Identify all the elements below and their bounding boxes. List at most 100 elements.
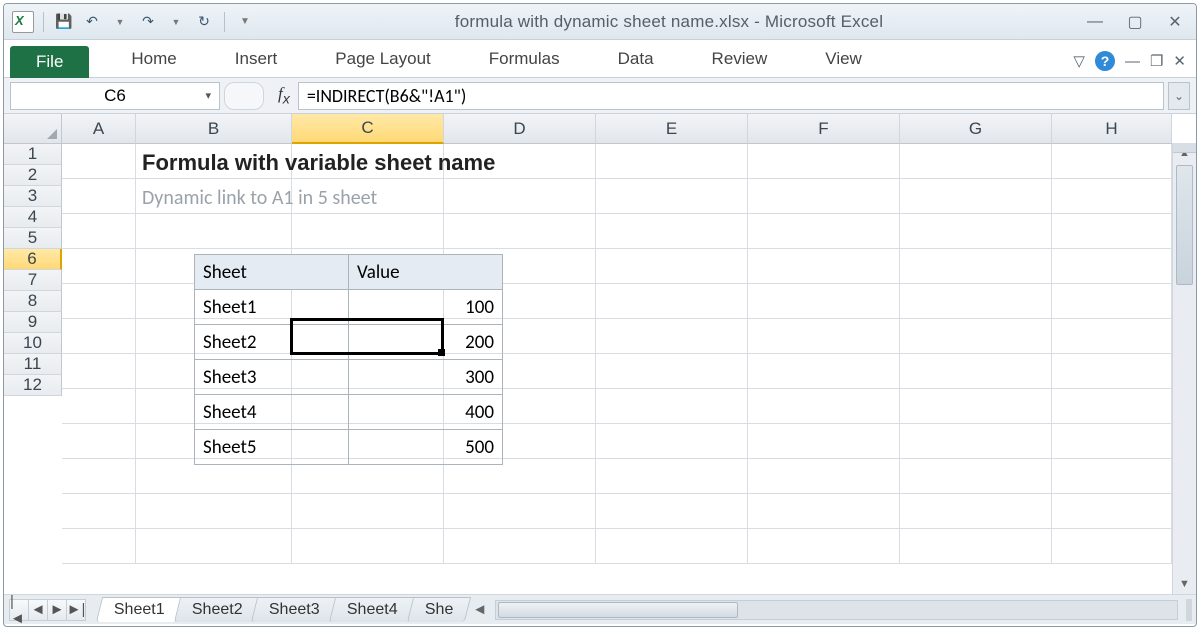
- cell[interactable]: [1052, 249, 1172, 284]
- table-row[interactable]: 200: [349, 325, 503, 360]
- row-header-5[interactable]: 5: [4, 228, 62, 249]
- table-row[interactable]: 500: [349, 430, 503, 465]
- maximize-icon[interactable]: ▢: [1122, 12, 1148, 32]
- cell[interactable]: [1052, 459, 1172, 494]
- cell[interactable]: [748, 214, 900, 249]
- cell[interactable]: [62, 179, 136, 214]
- cell[interactable]: [596, 494, 748, 529]
- table-row[interactable]: 300: [349, 360, 503, 395]
- tab-view[interactable]: View: [809, 43, 878, 77]
- cell[interactable]: [1052, 284, 1172, 319]
- formula-expand-icon[interactable]: ⌄: [1168, 82, 1190, 110]
- col-header-f[interactable]: F: [748, 114, 900, 144]
- help-icon[interactable]: ?: [1095, 51, 1115, 71]
- redo-icon[interactable]: ↷: [137, 11, 159, 33]
- cell[interactable]: [748, 424, 900, 459]
- hscroll-thumb[interactable]: [498, 602, 738, 618]
- cell[interactable]: [1052, 494, 1172, 529]
- table-row[interactable]: Sheet5: [195, 430, 349, 465]
- cell[interactable]: [900, 179, 1052, 214]
- col-header-g[interactable]: G: [900, 114, 1052, 144]
- col-header-b[interactable]: B: [136, 114, 292, 144]
- minimize-icon[interactable]: ―: [1082, 12, 1108, 32]
- cell[interactable]: [62, 424, 136, 459]
- cell[interactable]: [748, 249, 900, 284]
- workbook-close-icon[interactable]: ✕: [1173, 52, 1186, 70]
- cell[interactable]: [748, 389, 900, 424]
- table-row[interactable]: Sheet2: [195, 325, 349, 360]
- row-header-7[interactable]: 7: [4, 270, 62, 291]
- workbook-restore-icon[interactable]: ❐: [1150, 52, 1163, 70]
- col-header-a[interactable]: A: [62, 114, 136, 144]
- vertical-scrollbar[interactable]: ▲ ▼: [1172, 143, 1196, 594]
- cell[interactable]: [136, 494, 292, 529]
- cell[interactable]: [596, 459, 748, 494]
- cell[interactable]: [62, 459, 136, 494]
- tab-insert[interactable]: Insert: [219, 43, 294, 77]
- sheet-tab-sheet5[interactable]: She: [407, 597, 472, 622]
- worksheet-grid[interactable]: 1 2 3 4 5 6 7 8 9 10 11 12 A B C D E F G…: [4, 114, 1196, 594]
- qat-customize-icon[interactable]: ▼: [234, 11, 256, 33]
- cell[interactable]: [1052, 424, 1172, 459]
- cell[interactable]: [444, 529, 596, 564]
- sheet-tab-sheet1[interactable]: Sheet1: [96, 597, 183, 622]
- col-header-e[interactable]: E: [596, 114, 748, 144]
- col-header-c[interactable]: C: [292, 114, 444, 144]
- cell[interactable]: [1052, 214, 1172, 249]
- table-row[interactable]: 100: [349, 290, 503, 325]
- cell[interactable]: [1052, 354, 1172, 389]
- cell[interactable]: [292, 494, 444, 529]
- cell[interactable]: [62, 284, 136, 319]
- table-row[interactable]: 400: [349, 395, 503, 430]
- cell[interactable]: [444, 494, 596, 529]
- cell[interactable]: [292, 529, 444, 564]
- cell[interactable]: [1052, 319, 1172, 354]
- undo-dropdown-icon[interactable]: ▼: [109, 11, 131, 33]
- cell[interactable]: [748, 529, 900, 564]
- cell[interactable]: [748, 459, 900, 494]
- cell[interactable]: [62, 249, 136, 284]
- workbook-minimize-icon[interactable]: ―: [1125, 53, 1140, 70]
- row-header-6[interactable]: 6: [4, 249, 62, 270]
- cell[interactable]: [62, 319, 136, 354]
- fx-icon[interactable]: fx: [278, 84, 290, 107]
- cell[interactable]: [1052, 389, 1172, 424]
- row-header-2[interactable]: 2: [4, 165, 62, 186]
- table-header-sheet[interactable]: Sheet: [195, 255, 349, 290]
- col-header-d[interactable]: D: [444, 114, 596, 144]
- cell[interactable]: [596, 424, 748, 459]
- tab-formulas[interactable]: Formulas: [473, 43, 576, 77]
- cell[interactable]: [136, 214, 292, 249]
- cell[interactable]: [900, 144, 1052, 179]
- split-handle[interactable]: [1173, 143, 1196, 153]
- excel-app-icon[interactable]: [12, 11, 34, 33]
- cell[interactable]: [748, 144, 900, 179]
- cell[interactable]: [748, 284, 900, 319]
- cell[interactable]: [596, 529, 748, 564]
- save-icon[interactable]: 💾: [53, 11, 75, 33]
- cell[interactable]: [900, 284, 1052, 319]
- cell[interactable]: [900, 459, 1052, 494]
- cell[interactable]: [900, 249, 1052, 284]
- cell[interactable]: [62, 354, 136, 389]
- cell[interactable]: [62, 214, 136, 249]
- cell[interactable]: [596, 214, 748, 249]
- cell[interactable]: [900, 214, 1052, 249]
- scroll-thumb[interactable]: [1176, 165, 1193, 285]
- ribbon-minimize-icon[interactable]: ▽: [1073, 52, 1085, 70]
- cell[interactable]: [62, 529, 136, 564]
- last-sheet-icon[interactable]: ►|: [66, 599, 86, 621]
- sheet-tab-sheet4[interactable]: Sheet4: [329, 597, 416, 622]
- hsplit-handle[interactable]: [1186, 599, 1192, 621]
- cell[interactable]: [748, 354, 900, 389]
- first-sheet-icon[interactable]: |◄: [9, 599, 29, 621]
- refresh-icon[interactable]: ↻: [193, 11, 215, 33]
- cell[interactable]: [596, 284, 748, 319]
- prev-sheet-icon[interactable]: ◄: [28, 599, 48, 621]
- cell[interactable]: [596, 249, 748, 284]
- redo-dropdown-icon[interactable]: ▼: [165, 11, 187, 33]
- row-header-10[interactable]: 10: [4, 333, 62, 354]
- cell[interactable]: [596, 319, 748, 354]
- cell[interactable]: [596, 144, 748, 179]
- tab-data[interactable]: Data: [602, 43, 670, 77]
